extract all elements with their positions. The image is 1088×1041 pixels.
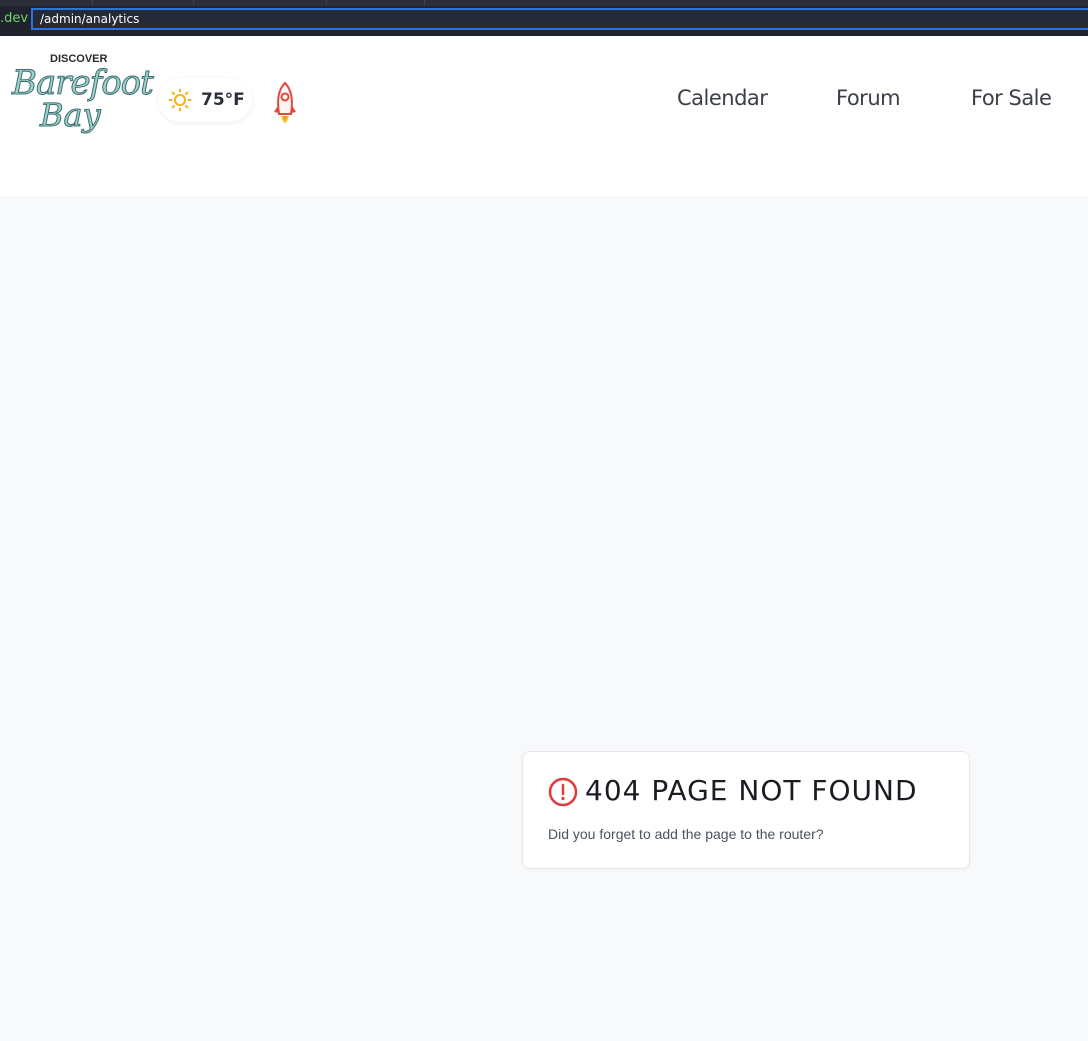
not-found-message: Did you forget to add the page to the ro… xyxy=(548,826,824,842)
nav-calendar-link[interactable]: Calendar xyxy=(677,86,768,110)
address-bar[interactable]: /admin/analytics xyxy=(31,8,1088,30)
site-logo[interactable]: DISCOVER Barefoot Bay xyxy=(10,50,155,142)
browser-tab-strip[interactable] xyxy=(0,0,1088,6)
nav-for-sale-link[interactable]: For Sale xyxy=(971,86,1052,110)
not-found-title: 404 PAGE NOT FOUND xyxy=(585,774,918,807)
alert-circle-icon xyxy=(548,777,578,807)
rocket-icon[interactable] xyxy=(270,80,300,132)
site-header: DISCOVER Barefoot Bay 75°F Calendar Foru… xyxy=(0,36,1088,196)
not-found-card: 404 PAGE NOT FOUND Did you forget to add… xyxy=(522,751,970,869)
weather-widget[interactable]: 75°F xyxy=(158,78,252,122)
nav-forum-link[interactable]: Forum xyxy=(836,86,901,110)
weather-temperature: 75°F xyxy=(201,90,245,110)
url-domain-fragment: .dev xyxy=(0,11,29,26)
sun-icon xyxy=(168,88,192,112)
logo-bay-text: Bay xyxy=(40,96,102,135)
browser-chrome: .dev /admin/analytics xyxy=(0,0,1088,36)
